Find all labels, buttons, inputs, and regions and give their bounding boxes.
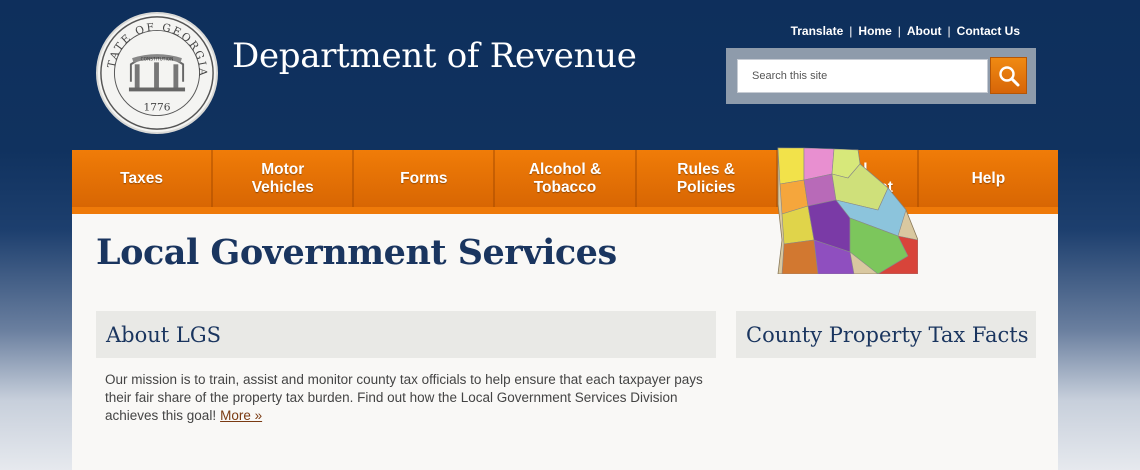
site-title[interactable]: Department of Revenue xyxy=(232,36,637,76)
map-region[interactable] xyxy=(781,239,819,274)
nav-item-forms[interactable]: Forms xyxy=(354,150,496,207)
seal-icon: STATE OF GEORGIA CONSTITUTION 1776 xyxy=(98,14,214,130)
nav-item-taxes[interactable]: Taxes xyxy=(72,150,214,207)
more-link[interactable]: More » xyxy=(220,408,262,423)
translate-link[interactable]: Translate xyxy=(791,24,844,38)
about-link[interactable]: About xyxy=(907,24,942,38)
nav-item-motor-vehicles[interactable]: Motor Vehicles xyxy=(213,150,355,207)
nav-item-label: Alcohol & Tobacco xyxy=(528,160,602,196)
seal-year: 1776 xyxy=(143,101,170,114)
nav-item-label: Help xyxy=(971,169,1006,187)
about-body: Our mission is to train, assist and moni… xyxy=(105,372,703,423)
nav-item-label: Taxes xyxy=(120,169,163,187)
link-separator: | xyxy=(849,24,853,38)
nav-item-help[interactable]: Help xyxy=(919,150,1058,207)
county-property-tax-facts-heading: County Property Tax Facts xyxy=(736,311,1036,358)
utility-links: Translate | Home | About | Contact Us xyxy=(791,24,1020,38)
georgia-county-map[interactable] xyxy=(738,144,918,274)
nav-item-label: Forms xyxy=(400,169,448,187)
magnifier-icon xyxy=(998,65,1019,86)
nav-item-label: Rules & Policies xyxy=(676,160,736,196)
page-title: Local Government Services xyxy=(96,232,617,273)
about-lgs-heading: About LGS xyxy=(96,311,716,358)
nav-item-alcohol-tobacco[interactable]: Alcohol & Tobacco xyxy=(495,150,637,207)
search-box xyxy=(726,48,1036,104)
link-separator: | xyxy=(897,24,901,38)
contact-us-link[interactable]: Contact Us xyxy=(957,24,1020,38)
nav-item-label: Motor Vehicles xyxy=(251,160,314,196)
search-button[interactable] xyxy=(990,57,1027,94)
home-link[interactable]: Home xyxy=(858,24,891,38)
link-separator: | xyxy=(947,24,951,38)
search-input[interactable] xyxy=(737,59,988,93)
georgia-seal-logo[interactable]: STATE OF GEORGIA CONSTITUTION 1776 xyxy=(96,12,218,134)
about-lgs-text: Our mission is to train, assist and moni… xyxy=(105,371,705,425)
seal-ribbon-text: CONSTITUTION xyxy=(141,56,174,62)
map-region[interactable] xyxy=(777,147,805,185)
